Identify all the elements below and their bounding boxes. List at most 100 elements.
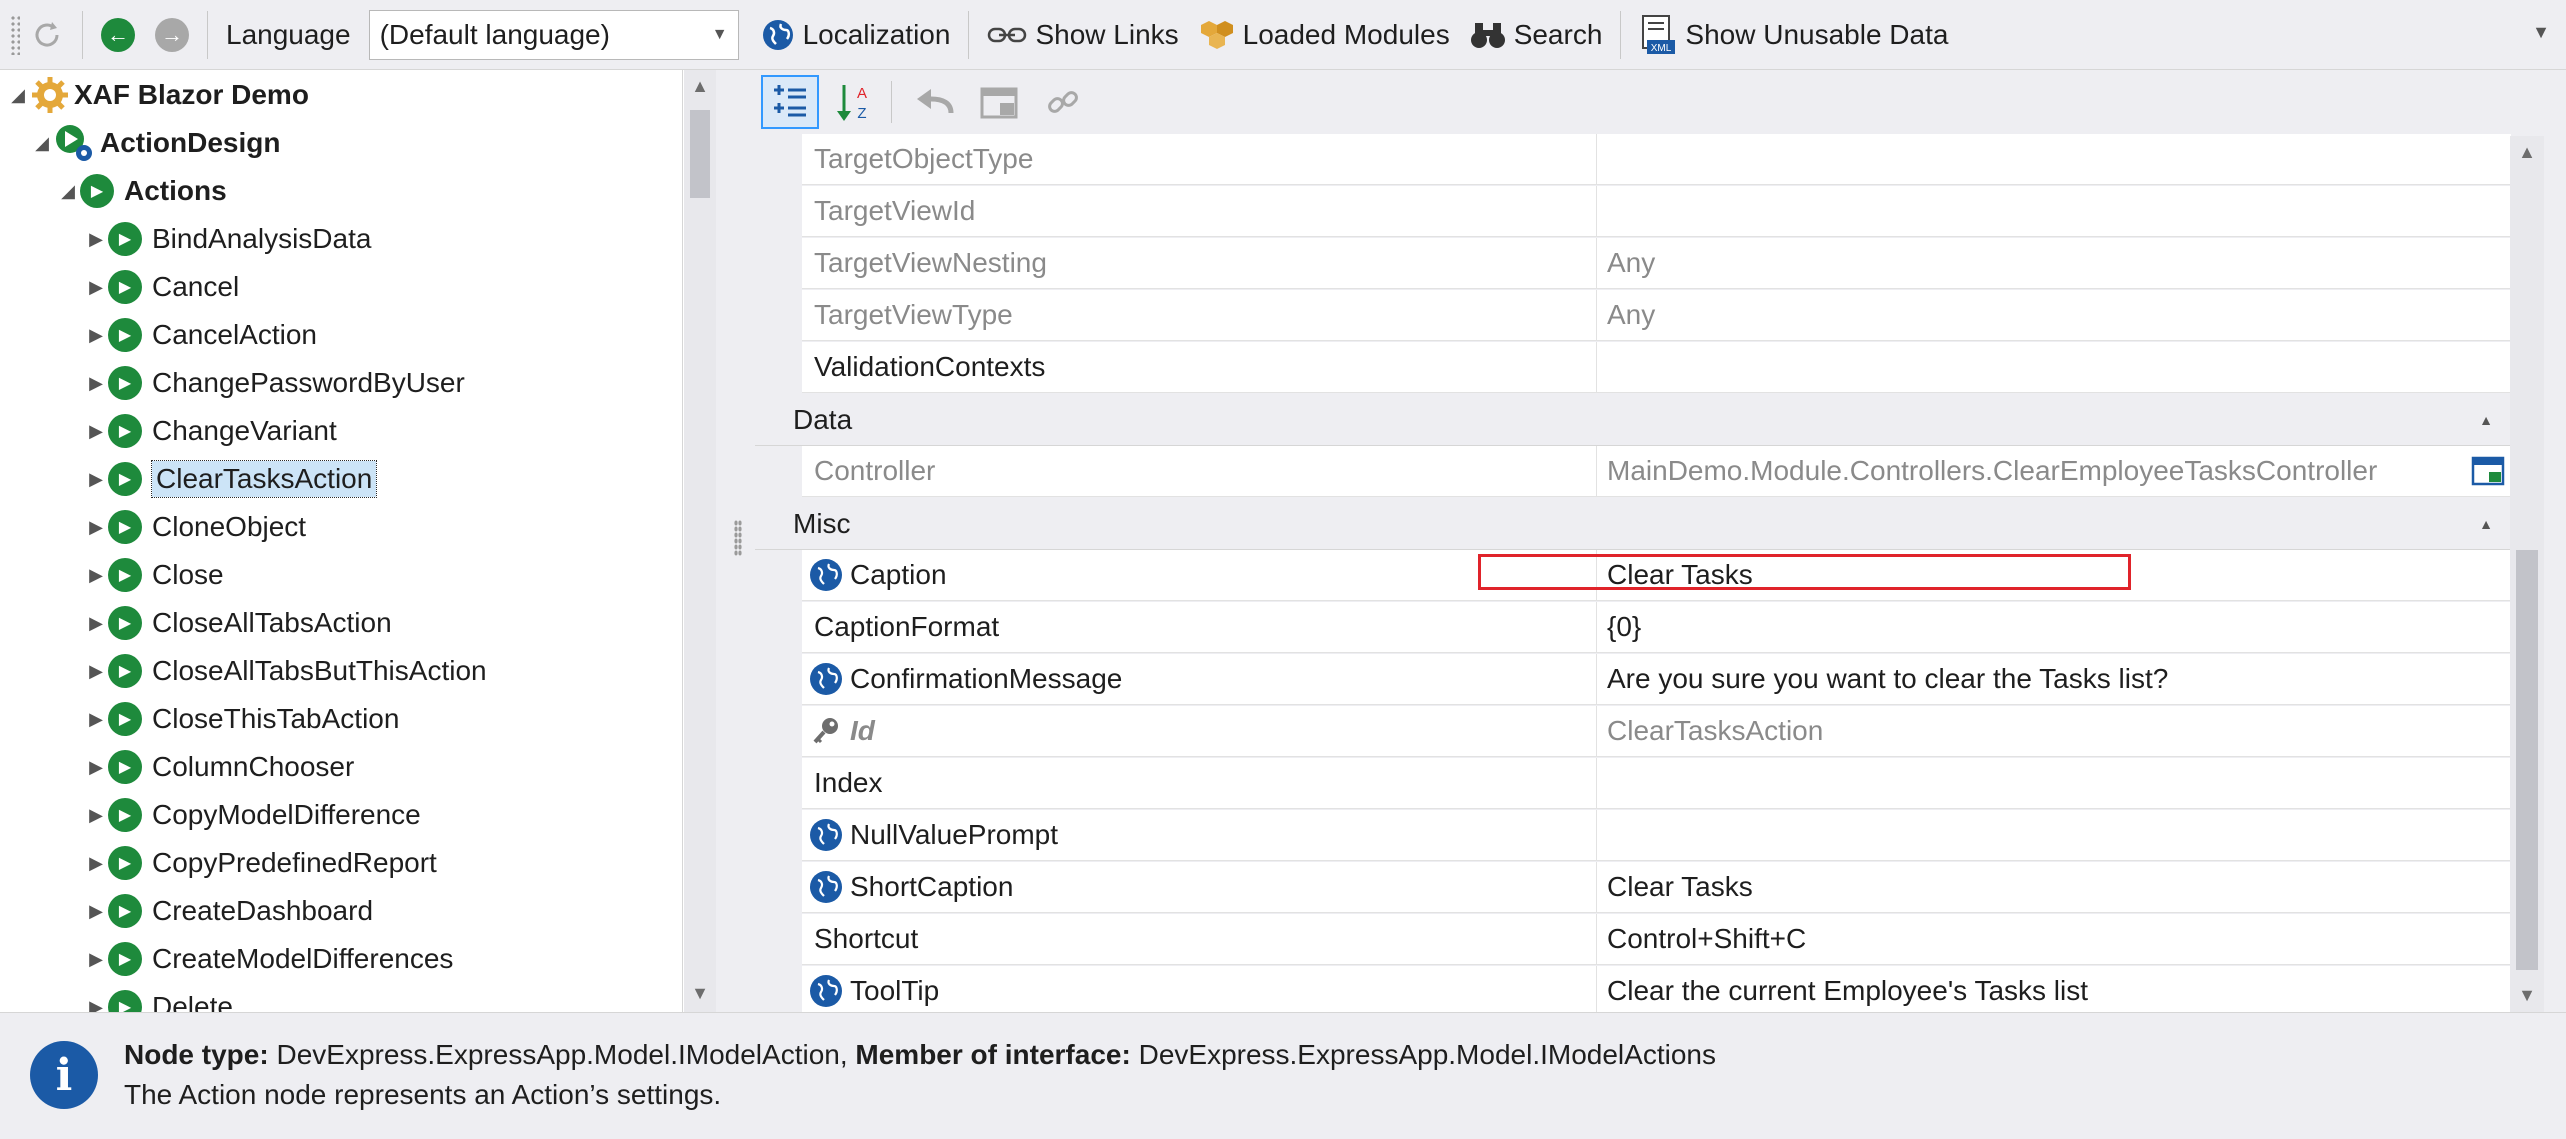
tree-scrollbar-thumb[interactable] [690, 110, 710, 198]
property-row[interactable]: TargetViewType Any [755, 290, 2511, 342]
tree-node-action[interactable]: ▶ ▶ CloseAllTabsButThisAction [84, 648, 487, 694]
model-tree[interactable]: ◢ XAF Blazor Demo ◢ ActionDesign ◢ ▶ Act… [0, 70, 683, 1012]
property-row[interactable]: ConfirmationMessage Are you sure you want… [755, 654, 2511, 706]
property-category[interactable]: Misc ▲ [755, 498, 2511, 550]
expander-icon[interactable]: ◢ [30, 133, 54, 154]
tree-node-action[interactable]: ▶ ▶ ChangePasswordByUser [84, 360, 465, 406]
forward-button[interactable]: → [145, 7, 199, 63]
scroll-up-icon[interactable]: ▲ [2513, 142, 2541, 163]
expander-icon[interactable]: ▶ [84, 325, 108, 346]
expander-icon[interactable]: ▶ [84, 277, 108, 298]
property-value-cell[interactable]: MainDemo.Module.Controllers.ClearEmploye… [1596, 446, 2511, 497]
navigate-button[interactable] [970, 75, 1028, 129]
property-value-cell[interactable]: {0} [1596, 602, 2511, 653]
property-category[interactable]: Data ▲ [755, 394, 2511, 446]
grid-scrollbar-thumb[interactable] [2516, 550, 2538, 970]
property-value-cell[interactable]: ClearTasksAction [1596, 706, 2511, 757]
property-value-cell[interactable] [1596, 810, 2511, 861]
tree-node-action[interactable]: ▶ ▶ ClearTasksAction [84, 456, 378, 502]
language-select[interactable]: (Default language) ▼ [368, 9, 739, 60]
link-button[interactable] [1034, 75, 1092, 129]
tree-node-action-design[interactable]: ◢ ActionDesign [30, 120, 280, 166]
collapse-icon[interactable]: ▲ [2479, 516, 2493, 532]
expander-icon[interactable]: ▶ [84, 517, 108, 538]
refresh-button[interactable] [20, 7, 74, 63]
toolbar-overflow-icon[interactable]: ▼ [2532, 22, 2550, 43]
tree-node-action[interactable]: ▶ ▶ CreateModelDifferences [84, 936, 453, 982]
back-button[interactable]: ← [91, 7, 145, 63]
property-row[interactable]: Shortcut Control+Shift+C [755, 914, 2511, 966]
localization-button[interactable]: Localization [751, 7, 961, 63]
tree-node-action[interactable]: ▶ ▶ ColumnChooser [84, 744, 354, 790]
expander-icon[interactable]: ▶ [84, 805, 108, 826]
property-row[interactable]: ShortCaption Clear Tasks [755, 862, 2511, 914]
expander-icon[interactable]: ▶ [84, 853, 108, 874]
scroll-down-icon[interactable]: ▼ [2513, 985, 2541, 1006]
open-controller-icon[interactable] [2471, 456, 2505, 486]
tree-node-action[interactable]: ▶ ▶ CancelAction [84, 312, 317, 358]
tree-node-action[interactable]: ▶ ▶ Delete [84, 984, 233, 1012]
tree-node-action[interactable]: ▶ ▶ Close [84, 552, 224, 598]
loaded-modules-button[interactable]: Loaded Modules [1189, 7, 1460, 63]
property-value-cell[interactable]: Clear Tasks [1596, 862, 2511, 913]
splitter-grip[interactable] [734, 520, 742, 556]
expander-icon[interactable]: ▶ [84, 997, 108, 1013]
tree-node-action[interactable]: ▶ ▶ CloseThisTabAction [84, 696, 399, 742]
toolbar-grip[interactable] [10, 14, 20, 55]
scroll-up-icon[interactable]: ▲ [686, 76, 714, 97]
tree-scrollbar[interactable]: ▲ ▼ [684, 70, 716, 1012]
search-button[interactable]: Search [1460, 7, 1613, 63]
property-row[interactable]: TargetViewId [755, 186, 2511, 238]
expander-icon[interactable]: ▶ [84, 565, 108, 586]
tree-node-action[interactable]: ▶ ▶ BindAnalysisData [84, 216, 371, 262]
show-links-button[interactable]: Show Links [977, 7, 1188, 63]
expander-icon[interactable]: ▶ [84, 709, 108, 730]
tree-node-action[interactable]: ▶ ▶ CloseAllTabsAction [84, 600, 392, 646]
tree-node-action[interactable]: ▶ ▶ CloneObject [84, 504, 306, 550]
expander-icon[interactable]: ▶ [84, 757, 108, 778]
scroll-down-icon[interactable]: ▼ [686, 983, 714, 1004]
categorized-button[interactable] [761, 75, 819, 129]
expander-icon[interactable]: ▶ [84, 469, 108, 490]
property-value-cell[interactable]: Any [1596, 238, 2511, 289]
property-value-cell[interactable] [1596, 134, 2511, 185]
tree-node-action[interactable]: ▶ ▶ Cancel [84, 264, 239, 310]
property-value-cell[interactable]: Any [1596, 290, 2511, 341]
property-row[interactable]: ToolTip Clear the current Employee's Task… [755, 966, 2511, 1012]
expander-icon[interactable]: ▶ [84, 229, 108, 250]
property-value-cell[interactable]: Clear the current Employee's Tasks list [1596, 966, 2511, 1012]
expander-icon[interactable]: ▶ [84, 949, 108, 970]
property-value-cell[interactable] [1596, 342, 2511, 393]
property-row[interactable]: NullValuePrompt [755, 810, 2511, 862]
property-row[interactable]: ValidationContexts [755, 342, 2511, 394]
property-row[interactable]: TargetObjectType [755, 134, 2511, 186]
expander-icon[interactable]: ◢ [56, 181, 80, 202]
collapse-icon[interactable]: ▲ [2479, 412, 2493, 428]
expander-icon[interactable]: ▶ [84, 373, 108, 394]
tree-node-actions[interactable]: ◢ ▶ Actions [56, 168, 227, 214]
tree-node-root[interactable]: ◢ XAF Blazor Demo [6, 72, 309, 118]
property-row[interactable]: Index [755, 758, 2511, 810]
reset-button[interactable] [906, 75, 964, 129]
expander-icon[interactable]: ◢ [6, 85, 30, 106]
property-row[interactable]: Id ClearTasksAction [755, 706, 2511, 758]
property-value-cell[interactable]: Are you sure you want to clear the Tasks… [1596, 654, 2511, 705]
action-play-icon: ▶ [108, 846, 142, 880]
grid-scrollbar[interactable]: ▲ ▼ [2510, 136, 2544, 1012]
tree-node-action[interactable]: ▶ ▶ CopyModelDifference [84, 792, 421, 838]
tree-node-action[interactable]: ▶ ▶ CopyPredefinedReport [84, 840, 437, 886]
expander-icon[interactable]: ▶ [84, 421, 108, 442]
expander-icon[interactable]: ▶ [84, 901, 108, 922]
expander-icon[interactable]: ▶ [84, 613, 108, 634]
expander-icon[interactable]: ▶ [84, 661, 108, 682]
tree-node-action[interactable]: ▶ ▶ ChangeVariant [84, 408, 337, 454]
alphabetical-button[interactable]: A Z [825, 75, 883, 129]
property-row[interactable]: CaptionFormat {0} [755, 602, 2511, 654]
property-value-cell[interactable] [1596, 186, 2511, 237]
show-unusable-data-button[interactable]: XML Show Unusable Data [1629, 7, 1958, 63]
property-row[interactable]: TargetViewNesting Any [755, 238, 2511, 290]
property-row[interactable]: Controller MainDemo.Module.Controllers.Cl… [755, 446, 2511, 498]
property-value-cell[interactable] [1596, 758, 2511, 809]
property-value-cell[interactable]: Control+Shift+C [1596, 914, 2511, 965]
tree-node-action[interactable]: ▶ ▶ CreateDashboard [84, 888, 373, 934]
